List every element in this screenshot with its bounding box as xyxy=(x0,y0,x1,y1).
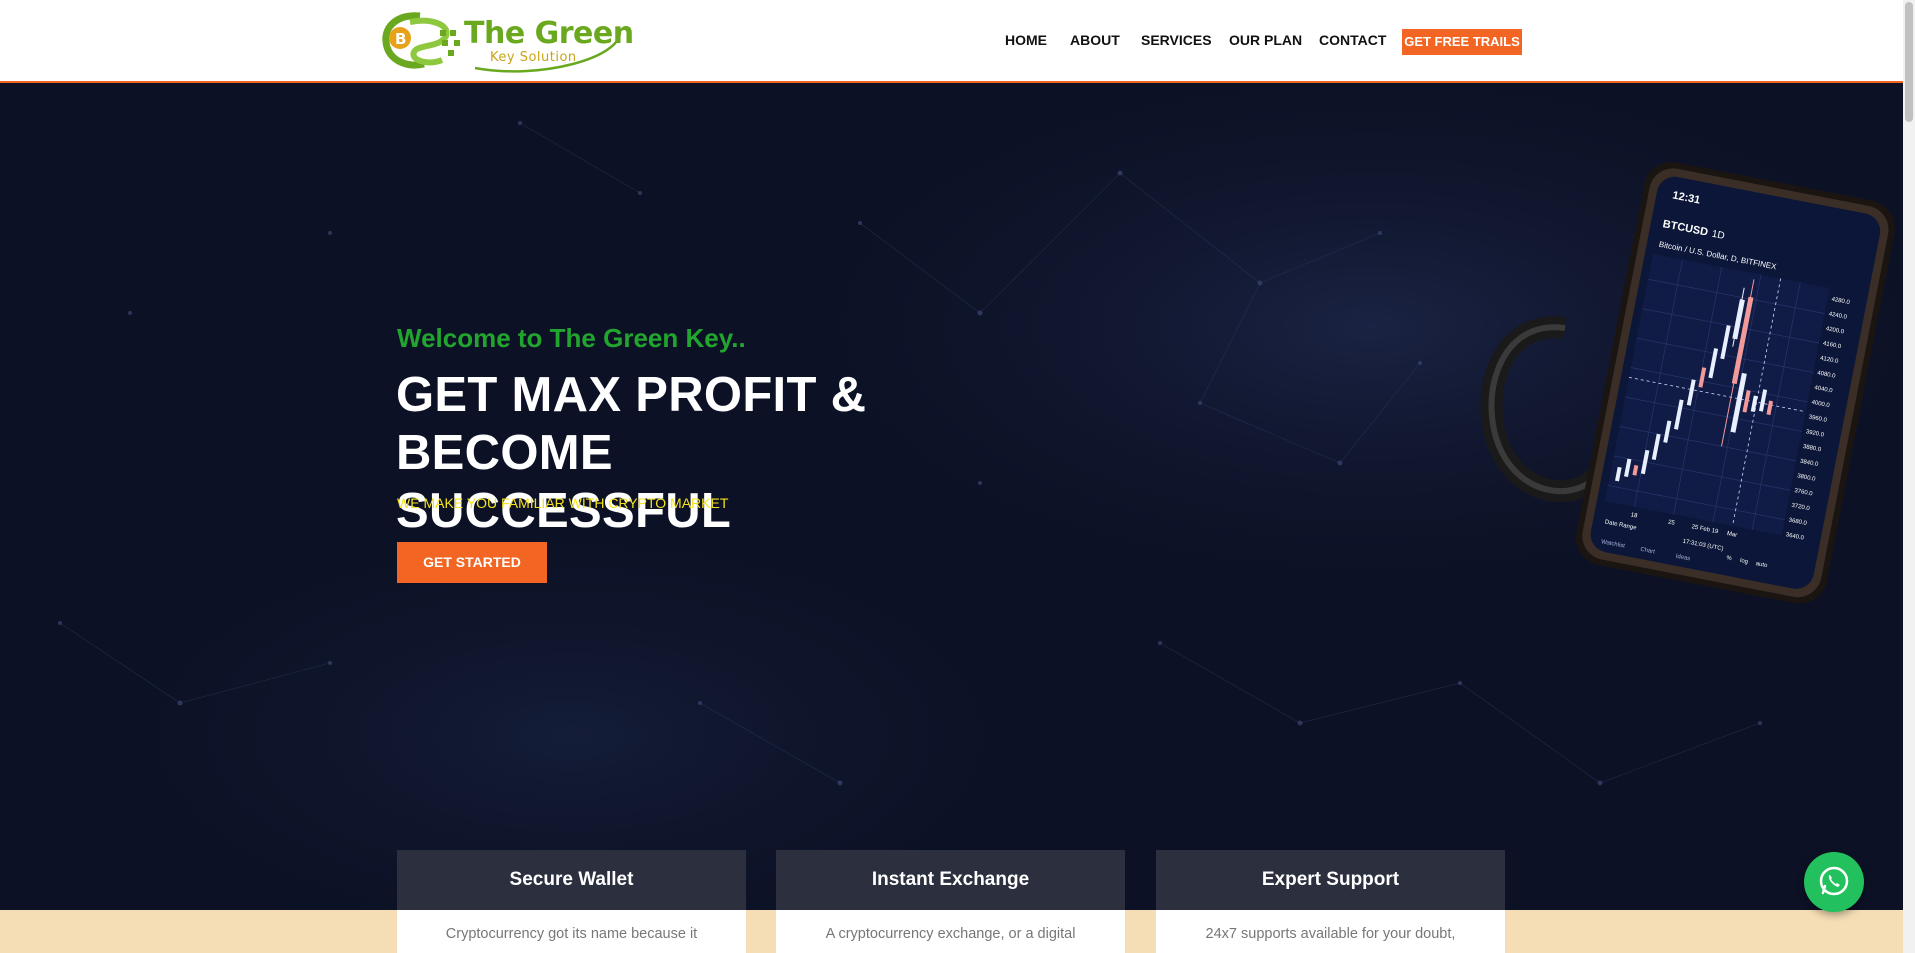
hero-headline-line-1: GET MAX PROFIT & BECOME xyxy=(396,368,867,480)
hero-phone-image: 12:31 BTCUSD 1D Bitcoin / U.S. Dollar, D… xyxy=(1435,148,1903,628)
feature-card-secure-wallet: Secure Wallet Cryptocurrency got its nam… xyxy=(397,850,746,953)
whatsapp-icon xyxy=(1819,866,1849,896)
get-started-button[interactable]: GET STARTED xyxy=(397,542,547,583)
feature-card-instant-exchange: Instant Exchange A cryptocurrency exchan… xyxy=(776,850,1125,953)
hero-headline: GET MAX PROFIT & BECOME SUCCESSFUL xyxy=(396,366,1096,540)
hero-subline: WE MAKE YOU FAMILIAR WITH CRYPTO MARKET xyxy=(397,495,729,511)
feature-card-expert-support: Expert Support 24x7 supports available f… xyxy=(1156,850,1505,953)
feature-card-title: Instant Exchange xyxy=(776,850,1125,910)
phone-mug-illustration: 12:31 BTCUSD 1D Bitcoin / U.S. Dollar, D… xyxy=(1480,162,1895,604)
nav-contact[interactable]: CONTACT xyxy=(1319,32,1386,48)
feature-card-text: Cryptocurrency got its name because it xyxy=(397,910,746,953)
nav-services[interactable]: SERVICES xyxy=(1141,32,1212,48)
feature-card-title: Secure Wallet xyxy=(397,850,746,910)
feature-card-title: Expert Support xyxy=(1156,850,1505,910)
whatsapp-button[interactable] xyxy=(1804,852,1864,912)
feature-card-text: A cryptocurrency exchange, or a digital xyxy=(776,910,1125,953)
site-header: B The Green Key Solution HOME ABOUT SERV… xyxy=(0,0,1903,83)
page-scrollbar[interactable] xyxy=(1903,0,1915,953)
nav-about[interactable]: ABOUT xyxy=(1070,32,1120,48)
get-free-trails-button[interactable]: GET FREE TRAILS xyxy=(1402,29,1522,55)
nav-home[interactable]: HOME xyxy=(1005,32,1047,48)
feature-card-text: 24x7 supports available for your doubt, xyxy=(1156,910,1505,953)
hero-section: Welcome to The Green Key.. GET MAX PROFI… xyxy=(0,83,1903,953)
hero-welcome-text: Welcome to The Green Key.. xyxy=(397,323,746,353)
main-nav: HOME ABOUT SERVICES OUR PLAN CONTACT GET… xyxy=(0,28,1903,55)
hero-headline-line-2: SUCCESSFUL xyxy=(396,484,732,538)
nav-our-plan[interactable]: OUR PLAN xyxy=(1229,32,1302,48)
scrollbar-thumb[interactable] xyxy=(1905,2,1913,122)
